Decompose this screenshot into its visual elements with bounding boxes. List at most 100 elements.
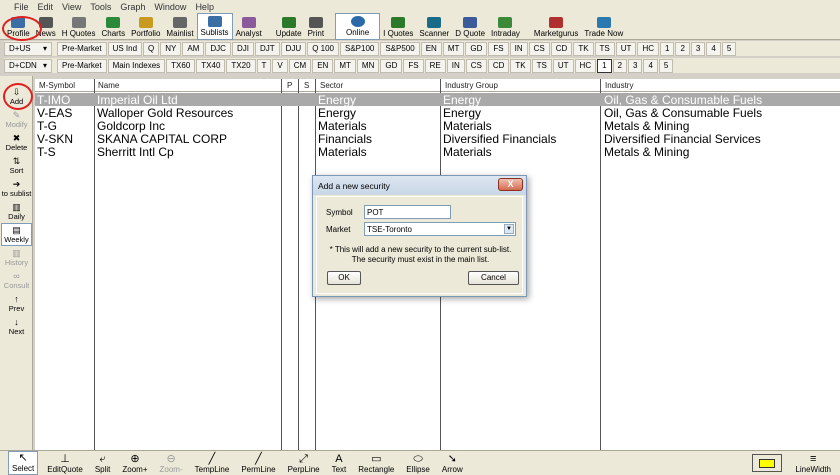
cdn_row-item-mt[interactable]: MT [334,58,356,73]
us_row-item-4[interactable]: 4 [706,41,721,56]
scanner-button[interactable]: Scanner [416,13,452,40]
ellipse-tool[interactable]: ⬭ Ellipse [403,451,433,475]
cdn_row-item-hc[interactable]: HC [574,58,597,73]
header-name[interactable]: Name [98,81,119,90]
us_row-item-q[interactable]: Q [143,41,160,56]
cdn_row-item-v[interactable]: V [272,58,288,73]
chevron-down-icon[interactable]: ▼ [504,224,514,234]
cdn_row-item-ts[interactable]: TS [531,58,552,73]
us_row-item-ut[interactable]: UT [615,41,637,56]
us_row-item-pre-market[interactable]: Pre-Market [57,41,107,56]
permline-tool[interactable]: ╱ PermLine [238,451,278,475]
delete-button[interactable]: ✖ Delete [1,131,32,154]
cdn_row-item-en[interactable]: EN [312,58,334,73]
cdn_row-item-tx40[interactable]: TX40 [196,58,226,73]
cdn_row-item-mn[interactable]: MN [356,58,380,73]
header-s[interactable]: S [304,81,309,90]
select-tool[interactable]: ↖ Select [8,451,39,475]
us_row-item-mt[interactable]: MT [442,41,465,56]
us_row-item-1[interactable]: 1 [660,41,675,56]
history-button[interactable]: ▥ History [1,246,32,269]
intraday-button[interactable]: Intraday [488,13,523,40]
analyst-button[interactable]: Analyst [233,13,265,40]
split-tool[interactable]: ⤶ Split [92,451,114,475]
symbol-input[interactable]: POT [364,205,451,219]
us_row-item-cd[interactable]: CD [550,41,573,56]
ok-button[interactable]: OK [327,271,361,285]
menu-file[interactable]: File [14,2,29,12]
cdn_row-item-tx20[interactable]: TX20 [226,58,256,73]
editquote-tool[interactable]: ⊥ EditQuote [44,451,86,475]
menu-tools[interactable]: Tools [90,2,111,12]
sublists-button[interactable]: Sublists [196,13,233,40]
menu-window[interactable]: Window [154,2,186,12]
us_row-item-ts[interactable]: TS [594,41,615,56]
cdn_row-item-cd[interactable]: CD [487,58,510,73]
table-row[interactable]: T-G Goldcorp Inc Materials Materials Metals … [35,119,840,133]
us_row-item-djt[interactable]: DJT [254,41,280,56]
menu-view[interactable]: View [62,2,81,12]
cdn_row-item-ut[interactable]: UT [552,58,574,73]
us_row-item-5[interactable]: 5 [721,41,737,56]
header-industry[interactable]: Industry [605,81,633,90]
trade-now-button[interactable]: Trade Now [581,13,626,40]
us_row-item-in[interactable]: IN [509,41,528,56]
linewidth-tool[interactable]: ≡ LineWidth [792,451,834,475]
sort-button[interactable]: ⇅ Sort [1,154,32,177]
zoom-tool[interactable]: ⊖ Zoom- [157,451,186,475]
weekly-button[interactable]: ▤ Weekly [1,223,32,246]
perpline-tool[interactable]: ⤢ PerpLine [285,451,323,475]
h-quotes-button[interactable]: H Quotes [59,13,99,40]
header-p[interactable]: P [287,81,292,90]
i-quotes-button[interactable]: I Quotes [380,13,416,40]
cdn_row-item-t[interactable]: T [256,58,272,73]
cdn_row-item-gd[interactable]: GD [380,58,403,73]
header-m-symbol[interactable]: M-Symbol [39,81,75,90]
us_row-item-ny[interactable]: NY [160,41,182,56]
table-row[interactable]: V-EAS Walloper Gold Resources Energy Energy… [35,106,840,120]
us_row-item-dji[interactable]: DJI [231,41,254,56]
to-sublist-button[interactable]: ➔ to sublist [1,177,32,200]
us_row-item-en[interactable]: EN [420,41,442,56]
cdn_row-item-5[interactable]: 5 [658,58,674,73]
cdn_row-item-1[interactable]: 1 [597,58,612,73]
prev-button[interactable]: ↑ Prev [1,292,32,315]
us_row-item-cs[interactable]: CS [528,41,550,56]
cdn_row-dropdown[interactable]: D+CDN ▾ [4,58,52,73]
cdn_row-item-fs[interactable]: FS [403,58,424,73]
us_row-item-djc[interactable]: DJC [205,41,231,56]
next-button[interactable]: ↓ Next [1,315,32,338]
us_row-item-us-ind[interactable]: US Ind [107,41,143,56]
us_row-item-q-100[interactable]: Q 100 [307,41,339,56]
modify-button[interactable]: ✎ Modify [1,108,32,131]
portfolio-button[interactable]: Portfolio [128,13,163,40]
cdn_row-item-pre-market[interactable]: Pre-Market [57,58,107,73]
us_row-item-dju[interactable]: DJU [280,41,307,56]
cdn_row-item-2[interactable]: 2 [612,58,628,73]
line-color-swatch[interactable] [751,454,783,472]
table-row[interactable]: V-SKN SKANA CAPITAL CORP Financials Diversi… [35,132,840,146]
header-industry-group[interactable]: Industry Group [445,81,498,90]
zoom-tool[interactable]: ⊕ Zoom+ [119,451,150,475]
us_row-item-2[interactable]: 2 [675,41,690,56]
cdn_row-item-main-indexes[interactable]: Main Indexes [107,58,166,73]
daily-button[interactable]: ▥ Daily [1,200,32,223]
dialog-close-button[interactable]: X [498,178,523,191]
menu-edit[interactable]: Edit [38,2,54,12]
cdn_row-item-3[interactable]: 3 [628,58,643,73]
menu-graph[interactable]: Graph [120,2,145,12]
us_row-dropdown[interactable]: D+US ▾ [4,41,52,56]
online-button[interactable]: Online [335,13,381,40]
cdn_row-item-tx60[interactable]: TX60 [166,58,196,73]
arrow-tool[interactable]: ➘ Arrow [439,451,466,475]
us_row-item-hc[interactable]: HC [637,41,660,56]
cancel-button[interactable]: Cancel [468,271,519,285]
text-tool[interactable]: A Text [329,451,350,475]
mainlist-button[interactable]: Mainlist [163,13,196,40]
cdn_row-item-4[interactable]: 4 [643,58,658,73]
header-sector[interactable]: Sector [320,81,343,90]
cdn_row-item-cm[interactable]: CM [288,58,312,73]
cdn_row-item-cs[interactable]: CS [465,58,487,73]
table-row[interactable]: T-IMO Imperial Oil Ltd Energy Energy Oil, Ga… [35,93,840,107]
menu-help[interactable]: Help [195,2,214,12]
